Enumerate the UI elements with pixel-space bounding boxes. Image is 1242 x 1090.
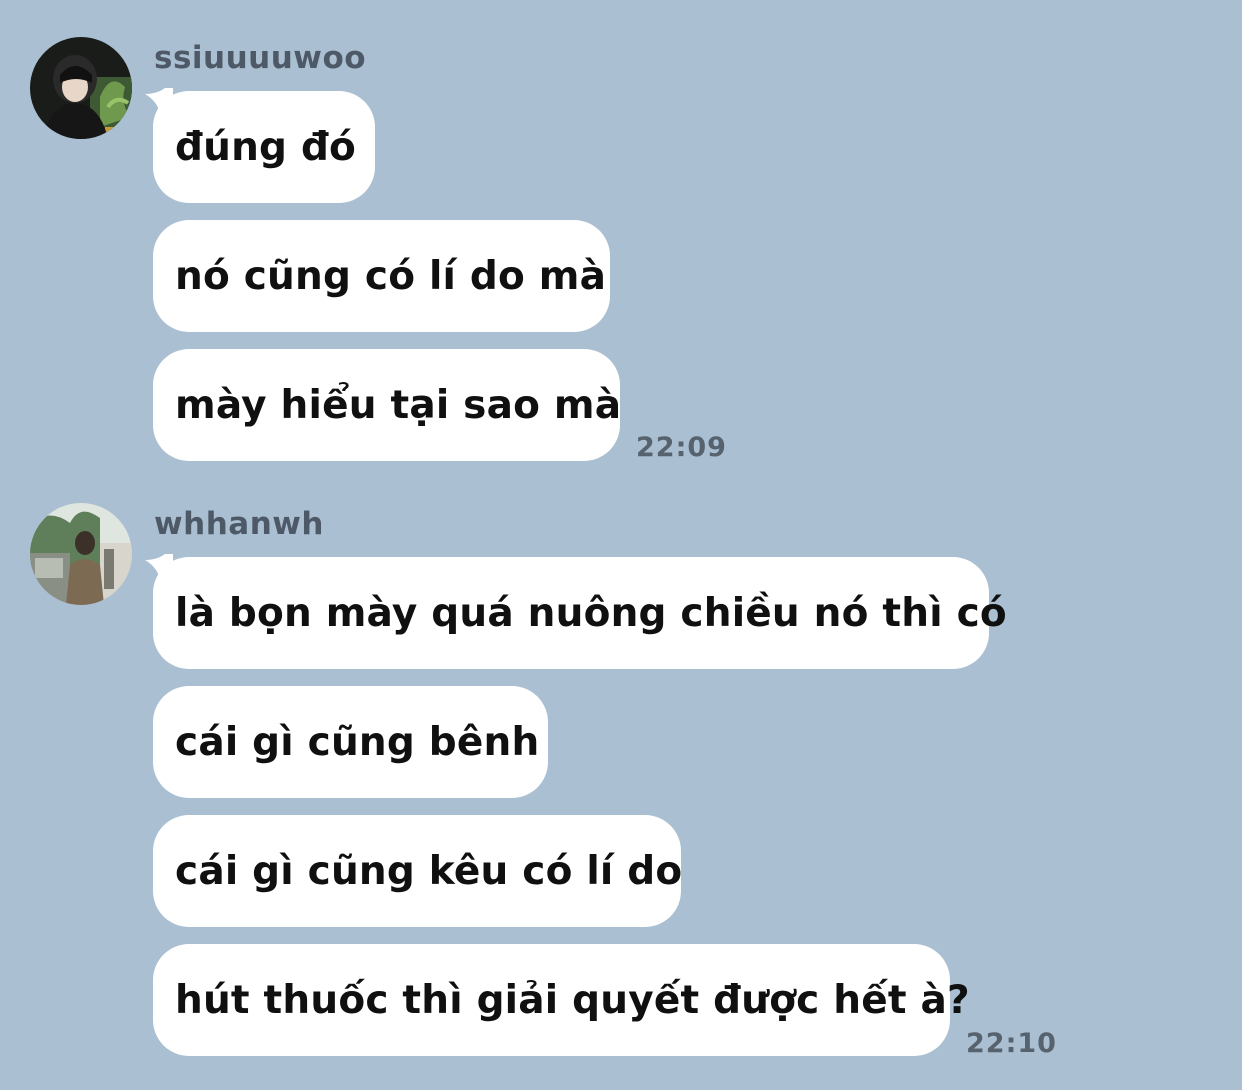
sender-name: ssiuuuuwoo <box>154 40 367 76</box>
avatar-photo-icon <box>30 503 132 605</box>
avatar-photo-icon <box>30 37 132 139</box>
chat-screen: { "messages": [ { "sender": "ssiuuuuwoo"… <box>0 0 1242 1090</box>
message-bubble[interactable]: cái gì cũng kêu có lí do <box>153 815 682 927</box>
message-bubble[interactable]: là bọn mày quá nuông chiều nó thì có <box>153 557 1007 669</box>
sender-avatar[interactable] <box>30 37 132 139</box>
message-bubble[interactable]: hút thuốc thì giải quyết được hết à? <box>153 944 970 1056</box>
message-bubble[interactable]: cái gì cũng bênh <box>153 686 548 798</box>
sender-avatar[interactable] <box>30 503 132 605</box>
sender-name: whhanwh <box>154 506 324 542</box>
message-bubble[interactable]: đúng đó <box>153 91 375 203</box>
message-timestamp: 22:09 <box>636 432 727 463</box>
message-bubble[interactable]: nó cũng có lí do mà <box>153 220 610 332</box>
message-bubble[interactable]: mày hiểu tại sao mà <box>153 349 621 461</box>
message-timestamp: 22:10 <box>966 1028 1057 1059</box>
